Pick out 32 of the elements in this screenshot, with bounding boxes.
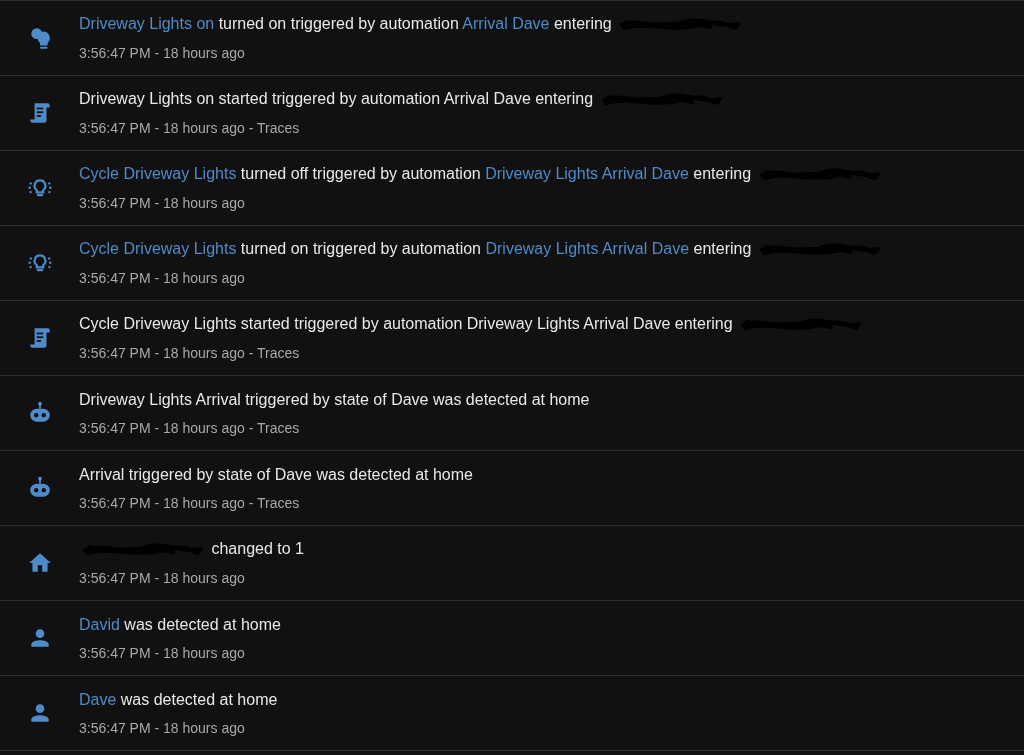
log-message: Driveway Lights Arrival triggered by state of Dave was detected at home (79, 389, 590, 410)
timestamp: 3:56:47 PM - 18 hours ago - Traces (79, 493, 301, 512)
timestamp: 3:56:47 PM - 18 hours ago (79, 718, 246, 737)
traces-link[interactable]: Traces (256, 344, 300, 361)
entity-link[interactable]: Driveway Lights Arrival Dave (485, 240, 690, 258)
entity-link[interactable]: Driveway Lights on (79, 15, 215, 33)
log-message: Cycle Driveway Lights started triggered by automation Driveway Lights Arrival Dave entering (79, 314, 866, 335)
timestamp: 3:56:47 PM - 18 hours ago (79, 193, 246, 212)
entity-link[interactable]: Driveway Lights Arrival Dave (485, 165, 689, 183)
timestamp: 3:56:47 PM - 18 hours ago - Traces (79, 418, 301, 437)
log-message: Driveway Lights on turned on triggered by automation Arrival Dave entering (79, 14, 745, 35)
timestamp: 3:56:47 PM - 18 hours ago - Traces (79, 343, 301, 362)
traces-link[interactable]: Traces (256, 119, 300, 136)
entity-link[interactable]: Cycle Driveway Lights (79, 165, 237, 183)
entity-link[interactable]: Cycle Driveway Lights (79, 240, 237, 258)
timestamp: 3:56:47 PM - 18 hours ago - Traces (79, 118, 301, 137)
timestamp: 3:56:47 PM - 18 hours ago (79, 568, 246, 587)
traces-link[interactable]: Traces (256, 419, 300, 436)
log-message: Dave was detected at home (79, 689, 278, 710)
log-message: Cycle Driveway Lights turned on triggered by automation Driveway Lights Arrival Dave entering (79, 239, 884, 260)
entity-link[interactable]: David (79, 615, 120, 633)
timestamp: 3:56:47 PM - 18 hours ago (79, 643, 246, 662)
log-message: Driveway Lights on started triggered by automation Arrival Dave entering (79, 89, 726, 110)
log-message: David was detected at home (79, 614, 281, 635)
entity-link[interactable]: Dave (79, 690, 117, 708)
log-message: changed to 1 (79, 539, 304, 560)
timestamp: 3:56:47 PM - 18 hours ago (79, 43, 246, 62)
entity-link[interactable]: Arrival Dave (462, 15, 550, 33)
traces-link[interactable]: Traces (256, 494, 300, 511)
log-message: Arrival triggered by state of Dave was detected at home (79, 464, 473, 485)
log-message: Cycle Driveway Lights turned off triggered by automation Driveway Lights Arrival Dave entering (79, 164, 884, 185)
timestamp: 3:56:47 PM - 18 hours ago (79, 268, 246, 287)
